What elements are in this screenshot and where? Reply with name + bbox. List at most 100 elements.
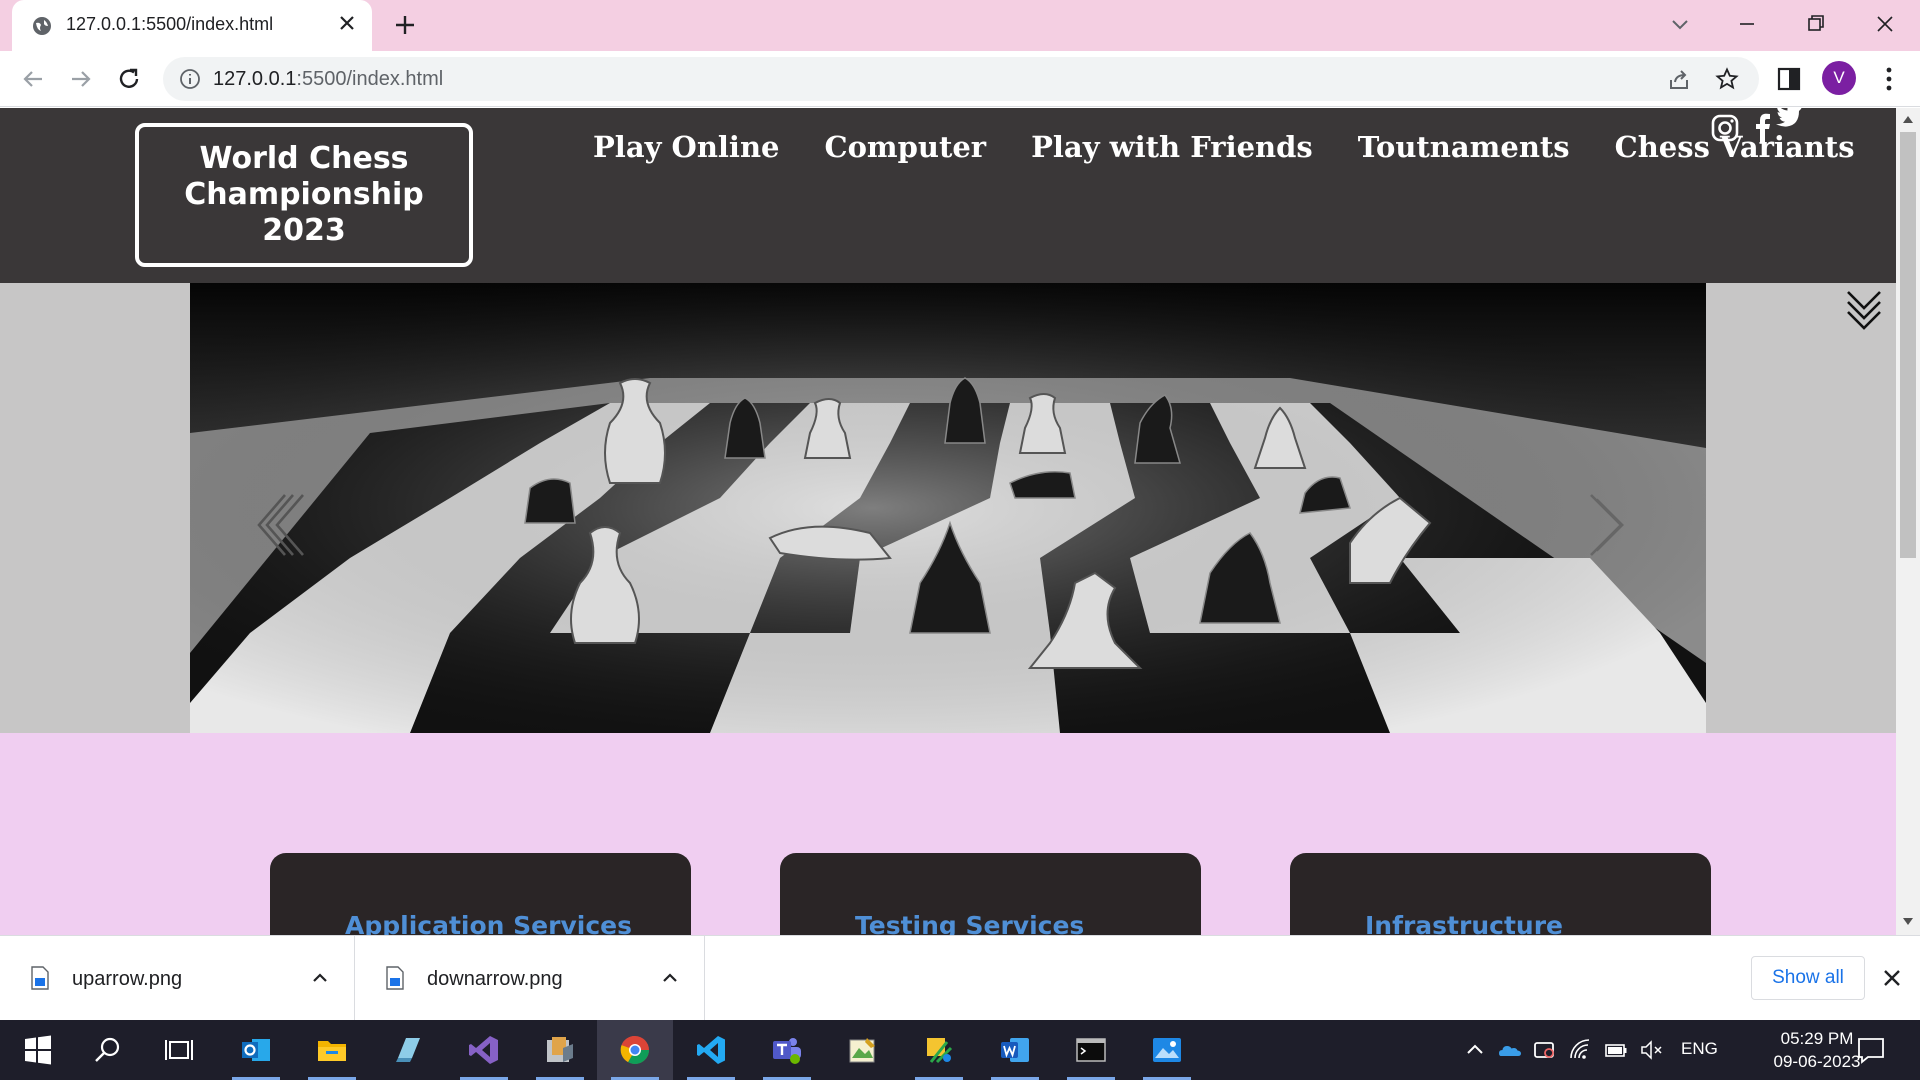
browser-menu-icon[interactable]	[1876, 64, 1902, 94]
download-filename: downarrow.png	[427, 968, 563, 990]
scroll-down-icon[interactable]	[1846, 288, 1882, 332]
photos-icon	[1153, 1038, 1181, 1062]
taskbar-notepad[interactable]	[370, 1020, 446, 1080]
taskbar-word[interactable]	[977, 1020, 1053, 1080]
close-tab-icon[interactable]	[336, 12, 358, 34]
forward-icon[interactable]	[66, 64, 96, 94]
nav-computer[interactable]: Computer	[824, 130, 986, 164]
download-item[interactable]: downarrow.png	[355, 936, 705, 1020]
outlook-icon	[242, 1039, 270, 1061]
reload-icon[interactable]	[114, 64, 144, 94]
search-icon	[95, 1037, 120, 1062]
minimize-icon[interactable]	[1733, 10, 1761, 38]
page-scrollbar[interactable]	[1896, 108, 1920, 935]
browser-tab[interactable]: 127.0.0.1:5500/index.html	[12, 0, 372, 51]
taskbar-chrome[interactable]	[597, 1020, 673, 1080]
logo-text: World Chess Championship 2023	[184, 141, 424, 248]
taskbar-vscode[interactable]	[673, 1020, 749, 1080]
service-card-infrastructure[interactable]: Infrastructure	[1290, 853, 1711, 935]
tab-search-icon[interactable]	[1666, 10, 1694, 38]
show-hidden-icons-icon[interactable]	[1463, 1038, 1487, 1062]
carousel-prev-icon[interactable]	[255, 493, 309, 557]
scrollbar-thumb[interactable]	[1900, 132, 1916, 558]
browser-toolbar: 127.0.0.1:5500/index.html V	[0, 51, 1920, 107]
scroll-down-arrow-icon[interactable]	[1902, 917, 1914, 927]
volume-muted-icon[interactable]	[1640, 1038, 1664, 1062]
onedrive-icon[interactable]	[1498, 1038, 1522, 1062]
teams-icon	[773, 1038, 801, 1064]
chrome-icon	[620, 1035, 649, 1064]
nav-tournaments[interactable]: Toutnaments	[1358, 130, 1570, 164]
word-icon	[1001, 1038, 1029, 1062]
carousel-next-icon[interactable]	[1585, 493, 1625, 557]
service-card-testing[interactable]: Testing Services	[780, 853, 1201, 935]
download-item[interactable]: uparrow.png	[0, 936, 355, 1020]
wifi-icon[interactable]	[1568, 1038, 1592, 1062]
taskbar-sql-management-studio[interactable]	[522, 1020, 598, 1080]
service-title: Application Services	[345, 911, 632, 935]
notepad-icon	[396, 1038, 420, 1062]
folder-icon	[318, 1041, 346, 1061]
service-title: Infrastructure	[1365, 911, 1563, 935]
close-window-icon[interactable]	[1871, 10, 1899, 38]
twitter-icon[interactable]	[1774, 108, 1804, 130]
service-title: Testing Services	[855, 911, 1085, 935]
show-all-button[interactable]: Show all	[1751, 956, 1865, 1000]
restore-icon[interactable]	[1802, 10, 1830, 38]
taskbar-file-explorer[interactable]	[294, 1020, 370, 1080]
instagram-icon[interactable]	[1710, 113, 1740, 143]
site-logo[interactable]: World Chess Championship 2023	[135, 123, 473, 267]
address-bar[interactable]: 127.0.0.1:5500/index.html	[163, 57, 1759, 101]
url-text[interactable]: 127.0.0.1:5500/index.html	[213, 68, 443, 91]
system-clock[interactable]: 05:29 PM 09-06-2023	[1765, 1027, 1869, 1073]
snipping-tool-icon	[927, 1038, 953, 1064]
bookmark-star-icon[interactable]	[1715, 67, 1739, 91]
terminal-icon	[1076, 1038, 1106, 1062]
download-filename: uparrow.png	[72, 968, 183, 990]
close-shelf-icon[interactable]	[1882, 968, 1902, 988]
taskbar-teams[interactable]	[749, 1020, 825, 1080]
device-status-icon[interactable]	[1532, 1038, 1556, 1062]
taskbar-photos[interactable]	[1129, 1020, 1205, 1080]
taskbar-outlook[interactable]	[218, 1020, 294, 1080]
share-icon[interactable]	[1667, 68, 1691, 92]
profile-avatar[interactable]: V	[1822, 61, 1856, 95]
vscode-icon	[697, 1036, 725, 1064]
site-header: World Chess Championship 2023 Play Onlin…	[0, 108, 1896, 283]
hero-chess-image	[190, 283, 1706, 733]
new-tab-icon[interactable]	[392, 12, 418, 38]
page-viewport: World Chess Championship 2023 Play Onlin…	[0, 108, 1896, 935]
task-view-button[interactable]	[141, 1020, 217, 1080]
battery-icon[interactable]	[1604, 1038, 1628, 1062]
image-file-icon	[386, 966, 404, 990]
start-button[interactable]	[0, 1020, 76, 1080]
nav-play-online[interactable]: Play Online	[593, 130, 779, 164]
chevron-up-icon[interactable]	[661, 969, 679, 987]
clock-time: 05:29 PM	[1780, 1029, 1854, 1048]
taskbar-search[interactable]	[70, 1020, 146, 1080]
ssms-icon	[547, 1037, 573, 1062]
taskbar-paint[interactable]	[825, 1020, 901, 1080]
service-card-application[interactable]: Application Services	[270, 853, 691, 935]
globe-icon	[33, 17, 51, 35]
visual-studio-icon	[469, 1036, 498, 1064]
taskbar-snipping-tool[interactable]	[901, 1020, 977, 1080]
tab-title: 127.0.0.1:5500/index.html	[66, 14, 274, 34]
image-file-icon	[31, 966, 49, 990]
windows-logo-icon	[25, 1035, 51, 1065]
scroll-up-arrow-icon[interactable]	[1902, 114, 1914, 124]
task-view-icon	[165, 1040, 193, 1060]
windows-taskbar: ENG 05:29 PM 09-06-2023	[0, 1020, 1920, 1080]
taskbar-visual-studio[interactable]	[446, 1020, 522, 1080]
taskbar-terminal[interactable]	[1053, 1020, 1129, 1080]
main-nav: Play Online Computer Play with Friends T…	[593, 130, 1855, 164]
back-icon[interactable]	[18, 64, 48, 94]
paint-icon	[849, 1038, 875, 1063]
nav-play-with-friends[interactable]: Play with Friends	[1031, 130, 1313, 164]
input-language[interactable]: ENG	[1681, 1039, 1718, 1059]
notifications-icon[interactable]	[1856, 1036, 1886, 1064]
chevron-up-icon[interactable]	[311, 969, 329, 987]
side-panel-icon[interactable]	[1776, 66, 1802, 92]
site-info-icon[interactable]	[179, 68, 201, 90]
clock-date: 09-06-2023	[1773, 1052, 1861, 1071]
